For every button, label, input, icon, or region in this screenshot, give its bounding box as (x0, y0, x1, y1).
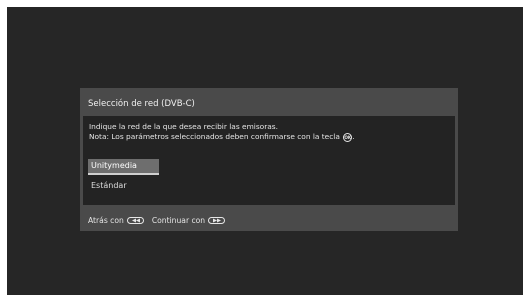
option-estandar[interactable]: Estándar (88, 181, 127, 190)
network-selection-dialog: Selección de red (DVB-C) Indique la red … (80, 88, 458, 231)
continue-hint-label: Continuar con (151, 216, 206, 225)
fast-forward-key-icon (208, 217, 226, 224)
dialog-footer: Atrás con Continuar con (88, 216, 233, 225)
note-period: . (352, 132, 355, 141)
rewind-key-icon (126, 217, 144, 224)
ok-key-icon: OK (343, 132, 353, 142)
back-hint-label: Atrás con (88, 216, 124, 225)
note-text: Nota: Los parámetros seleccionados deben… (89, 132, 340, 141)
dialog-body: Indique la red de la que desea recibir l… (83, 116, 455, 205)
tv-screen: Selección de red (DVB-C) Indique la red … (7, 7, 523, 295)
option-unitymedia[interactable]: Unitymedia (88, 159, 159, 175)
note-line: Nota: Los parámetros seleccionados deben… (89, 132, 355, 142)
instruction-text: Indique la red de la que desea recibir l… (89, 122, 278, 131)
dialog-title: Selección de red (DVB-C) (88, 99, 195, 109)
